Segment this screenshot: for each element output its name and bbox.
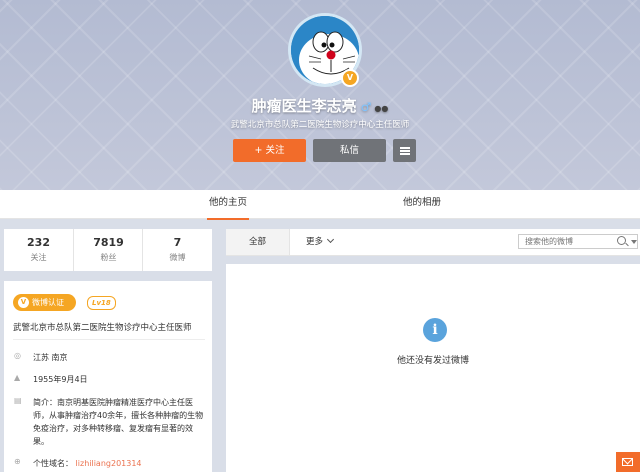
more-menu-button[interactable] <box>393 139 416 162</box>
tab-album[interactable]: 他的相册 <box>400 190 444 218</box>
cake-icon: ▲ <box>14 373 21 382</box>
stat-followers-label: 粉丝 <box>100 253 117 262</box>
follow-button[interactable]: + 关注 <box>233 139 306 162</box>
info-icon: i <box>423 318 447 342</box>
feed-filter-bar: 全部 更多 <box>226 229 640 256</box>
empty-feed-text: 他还没有发过微博 <box>396 356 469 366</box>
tab-home[interactable]: 他的主页 <box>207 190 249 220</box>
profile-name: 肿瘤医生李志亮 <box>251 97 357 115</box>
watermark-site: www.dxy.cn <box>527 450 568 457</box>
profile-name-row: 肿瘤医生李志亮 ♂ ●● <box>0 95 640 116</box>
cert-description: 武警北京市总队第二医院生物诊疗中心主任医师 <box>13 323 192 333</box>
bio-icon: ▤ <box>14 396 22 405</box>
stat-posts-value: 7 <box>173 236 182 249</box>
watermark-logo: 丁香园 www.dxy.cn <box>526 430 568 457</box>
search-dropdown-icon[interactable] <box>631 240 637 244</box>
bio-row: ▤ 简介：南京明基医院肿瘤精准医疗中心主任医师，从事肿瘤治疗40余年，擅长各种肿… <box>14 396 206 448</box>
location-row: ◎ 江苏 南京 <box>14 351 206 364</box>
stat-following-value: 232 <box>27 236 50 249</box>
mail-icon[interactable] <box>616 452 640 472</box>
weibo-cert-badge[interactable]: V 微博认证 <box>13 294 76 311</box>
stats-card: 232 关注 7819 粉丝 7 微博 <box>4 229 212 271</box>
domain-key: 个性域名： <box>33 459 73 468</box>
stat-following-label: 关注 <box>30 253 47 262</box>
profile-subtitle: 武警北京市总队第二医院生物诊疗中心主任医师 <box>230 120 410 130</box>
filter-more-dropdown[interactable]: 更多 <box>306 229 335 255</box>
info-divider <box>13 339 205 340</box>
feed-panel: i 他还没有发过微博 <box>226 264 640 472</box>
weibo-cert-label: 微博认证 <box>32 298 64 307</box>
chevron-down-icon <box>326 235 335 244</box>
domain-text: 个性域名： lizhiliang201314 <box>33 457 206 470</box>
filter-more-label: 更多 <box>306 237 324 247</box>
stat-followers[interactable]: 7819 粉丝 <box>73 229 143 271</box>
stat-following[interactable]: 232 关注 <box>4 229 73 271</box>
member-icon[interactable]: ●● <box>374 104 388 113</box>
verified-v-icon: V <box>18 297 29 308</box>
search-icon[interactable] <box>617 236 626 245</box>
location-text: 江苏 南京 <box>33 353 68 362</box>
stat-posts-label: 微博 <box>169 253 186 262</box>
birthday-row: ▲ 1955年9月4日 <box>14 373 206 386</box>
link-icon: ⊕ <box>14 457 21 466</box>
bio-key: 简介： <box>33 398 57 407</box>
bio-text: 简介：南京明基医院肿瘤精准医疗中心主任医师，从事肿瘤治疗40余年，擅长各种肿瘤的… <box>33 396 206 448</box>
domain-row: ⊕ 个性域名： lizhiliang201314 <box>14 457 206 470</box>
stat-followers-value: 7819 <box>93 236 124 249</box>
info-card: V 微博认证 Lv18 武警北京市总队第二医院生物诊疗中心主任医师 ◎ 江苏 南京… <box>4 281 212 472</box>
watermark-text: 丁香园 <box>526 433 568 449</box>
domain-link[interactable]: lizhiliang201314 <box>76 459 142 468</box>
message-button[interactable]: 私信 <box>313 139 386 162</box>
stat-posts[interactable]: 7 微博 <box>142 229 212 271</box>
profile-tabbar: 他的主页 他的相册 <box>0 190 640 220</box>
location-pin-icon: ◎ <box>14 351 21 360</box>
menu-icon <box>399 147 410 155</box>
birthday-text: 1955年9月4日 <box>33 375 88 384</box>
bio-content: 南京明基医院肿瘤精准医疗中心主任医师，从事肿瘤治疗40余年，擅长各种肿瘤的生物免… <box>33 398 204 446</box>
male-icon: ♂ <box>360 100 372 114</box>
verified-badge-icon: V <box>341 69 359 87</box>
level-badge[interactable]: Lv18 <box>87 296 116 310</box>
filter-all-tab[interactable]: 全部 <box>226 229 290 255</box>
